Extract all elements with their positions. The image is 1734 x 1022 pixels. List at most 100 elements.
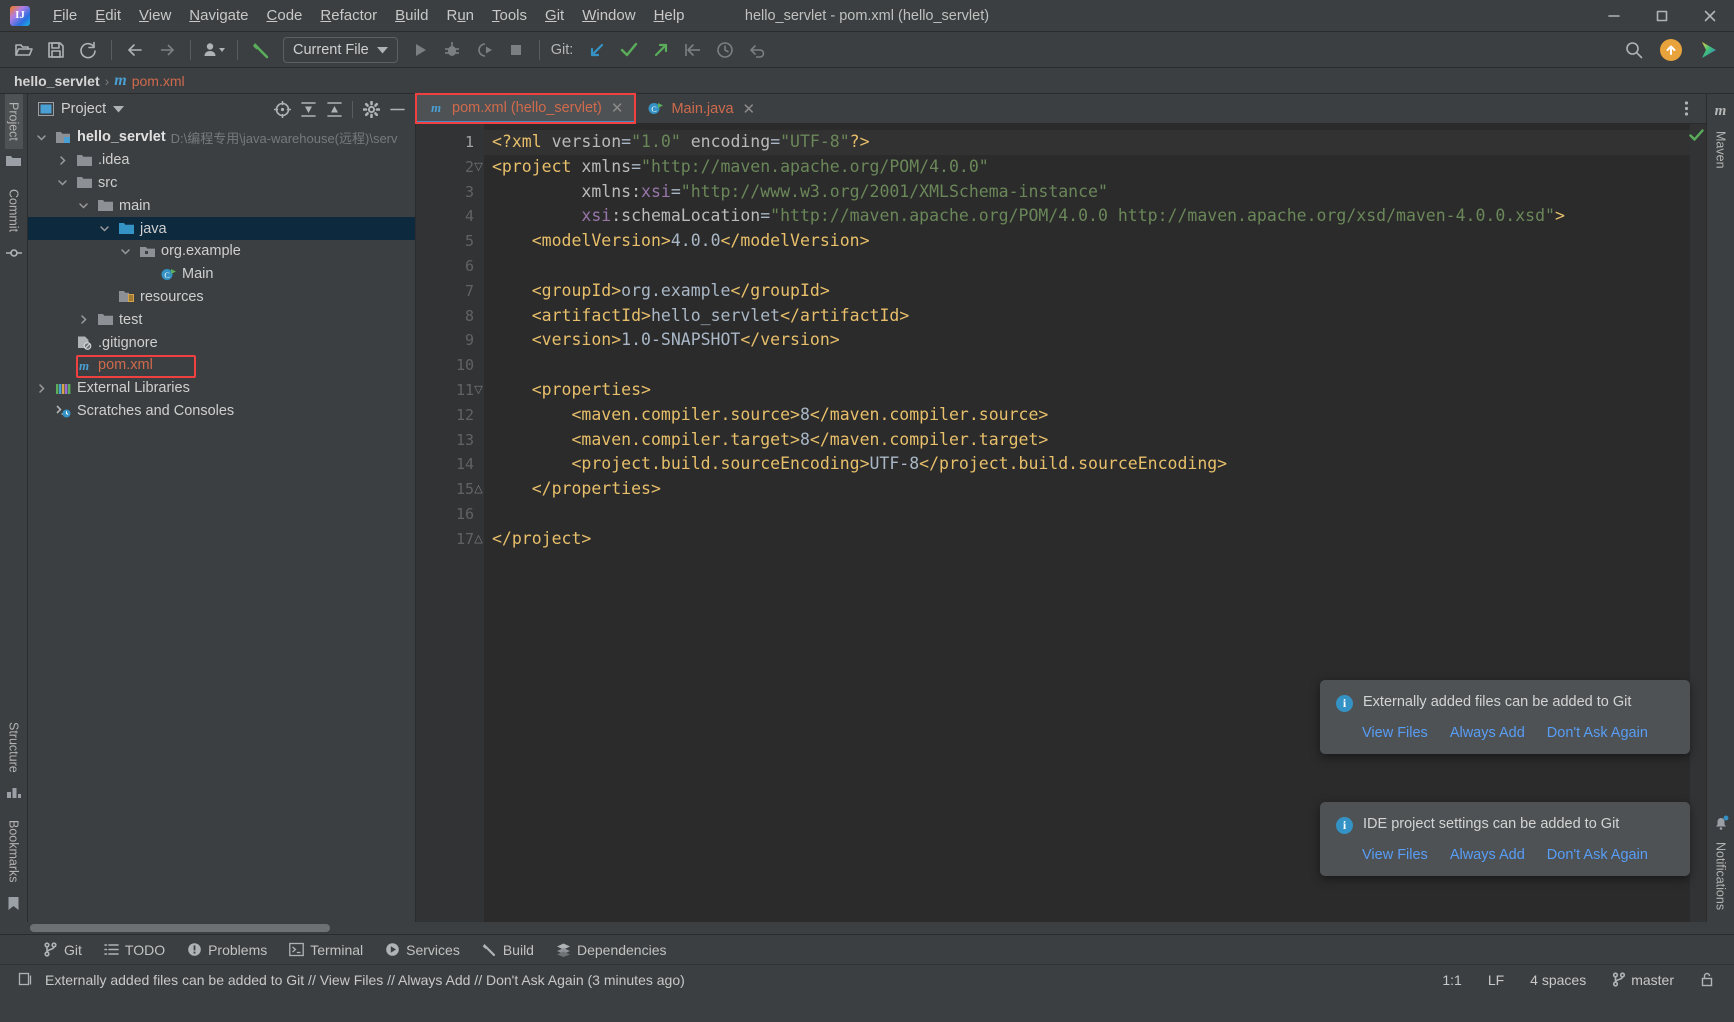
build-hammer-icon[interactable]	[247, 37, 275, 63]
chevron-down-icon[interactable]	[57, 177, 71, 188]
view-files-link[interactable]: View Files	[1362, 725, 1428, 741]
tool-window-build[interactable]: Build	[471, 938, 545, 962]
tree-node-org-example[interactable]: org.example	[28, 240, 415, 263]
forward-arrow-icon[interactable]	[153, 37, 181, 63]
menu-item-view[interactable]: View	[130, 3, 180, 28]
ide-feature-icon[interactable]	[1694, 37, 1722, 63]
tree-node-java[interactable]: java	[28, 217, 415, 240]
code-fold-icon[interactable]: ▽	[473, 160, 484, 173]
always-add-link-2[interactable]: Always Add	[1450, 847, 1525, 863]
code-fold-icon[interactable]: ▽	[473, 383, 484, 396]
menu-item-refactor[interactable]: Refactor	[311, 3, 386, 28]
editor-tab-pom-xml[interactable]: m pom.xml (hello_servlet) ✕	[414, 93, 637, 124]
git-history-icon[interactable]	[711, 37, 739, 63]
code-line[interactable]	[484, 502, 1706, 527]
sidebar-item-structure[interactable]: Structure	[5, 714, 23, 781]
notification-git-files[interactable]: i Externally added files can be added to…	[1320, 680, 1690, 754]
chevron-right-icon[interactable]	[36, 383, 50, 394]
sidebar-item-maven[interactable]: Maven	[1712, 123, 1730, 177]
back-arrow-icon[interactable]	[121, 37, 149, 63]
tool-window-dependencies[interactable]: Dependencies	[545, 938, 678, 962]
tool-window-todo[interactable]: TODO	[93, 938, 176, 962]
maximize-button[interactable]	[1638, 0, 1686, 32]
menu-item-file[interactable]: File	[44, 3, 86, 28]
code-line[interactable]: <groupId>org.example</groupId>	[484, 279, 1706, 304]
tree-node-src[interactable]: src	[28, 172, 415, 195]
run-configuration-selector[interactable]: Current File	[283, 36, 398, 63]
sidebar-item-commit[interactable]: Commit	[5, 181, 23, 240]
code-line[interactable]	[484, 353, 1706, 378]
code-line[interactable]: </properties>	[484, 477, 1706, 502]
git-undo-icon[interactable]	[743, 37, 771, 63]
project-tree[interactable]: hello_servlet D:\编程专用\java-warehouse(远程)\…	[28, 124, 415, 922]
menu-item-edit[interactable]: Edit	[86, 3, 130, 28]
menu-item-build[interactable]: Build	[386, 3, 437, 28]
menu-item-help[interactable]: Help	[645, 3, 694, 28]
chevron-down-icon[interactable]	[120, 246, 134, 257]
debug-icon[interactable]	[438, 37, 466, 63]
chevron-down-icon[interactable]	[36, 132, 50, 143]
tree-node-main[interactable]: main	[28, 194, 415, 217]
close-tab-icon[interactable]: ✕	[611, 99, 624, 117]
tree-node-hello-servlet[interactable]: hello_servlet D:\编程专用\java-warehouse(远程)\…	[28, 126, 415, 149]
event-log-icon[interactable]	[10, 972, 33, 987]
expand-all-icon[interactable]	[296, 97, 320, 121]
run-with-coverage-icon[interactable]	[470, 37, 498, 63]
tree-node-test[interactable]: test	[28, 308, 415, 331]
git-branch-widget[interactable]: master	[1608, 970, 1678, 990]
dont-ask-again-link[interactable]: Don't Ask Again	[1547, 725, 1648, 741]
horizontal-scrollbar-thumb[interactable]	[30, 924, 330, 932]
indent-setting[interactable]: 4 spaces	[1526, 970, 1590, 990]
open-folder-icon[interactable]	[10, 37, 38, 63]
menu-item-navigate[interactable]: Navigate	[180, 3, 257, 28]
inspection-ok-checkmark[interactable]	[1689, 128, 1704, 143]
menu-item-window[interactable]: Window	[573, 3, 644, 28]
tree-node--idea[interactable]: .idea	[28, 149, 415, 172]
tree-node-main[interactable]: C Main	[28, 263, 415, 286]
sidebar-item-project[interactable]: Project	[4, 94, 23, 149]
code-line[interactable]: <properties>	[484, 378, 1706, 403]
refresh-icon[interactable]	[74, 37, 102, 63]
code-line[interactable]: <maven.compiler.source>8</maven.compiler…	[484, 403, 1706, 428]
tool-window-problems[interactable]: Problems	[176, 938, 278, 962]
chevron-down-icon[interactable]	[78, 200, 92, 211]
select-opened-file-icon[interactable]	[270, 97, 294, 121]
line-separator[interactable]: LF	[1484, 970, 1508, 990]
sidebar-item-bookmarks[interactable]: Bookmarks	[5, 812, 23, 891]
git-commit-icon[interactable]	[615, 37, 643, 63]
code-line[interactable]: <?xml version="1.0" encoding="UTF-8"?>	[484, 130, 1706, 155]
tool-window-terminal[interactable]: Terminal	[278, 938, 374, 962]
menu-item-code[interactable]: Code	[258, 3, 312, 28]
editor-gutter[interactable]: 1 2 ▽ 3 4 5 6 7 8 9 10 11 ▽ 12 13 14 15 △ 16 17 △	[416, 124, 484, 922]
code-line[interactable]: xmlns:xsi="http://www.w3.org/2001/XMLSch…	[484, 180, 1706, 205]
menu-item-git[interactable]: Git	[536, 3, 573, 28]
caret-position[interactable]: 1:1	[1438, 970, 1465, 990]
editor-tab-main-java[interactable]: C Main.java ✕	[635, 94, 767, 123]
settings-gear-icon[interactable]	[359, 97, 383, 121]
menu-item-tools[interactable]: Tools	[483, 3, 536, 28]
dont-ask-again-link-2[interactable]: Don't Ask Again	[1547, 847, 1648, 863]
code-line[interactable]: xsi:schemaLocation="http://maven.apache.…	[484, 204, 1706, 229]
code-line[interactable]: </project>	[484, 527, 1706, 552]
run-icon[interactable]	[406, 37, 434, 63]
code-line[interactable]	[484, 254, 1706, 279]
always-add-link[interactable]: Always Add	[1450, 725, 1525, 741]
tree-node-external-libraries[interactable]: External Libraries	[28, 377, 415, 400]
user-dropdown-icon[interactable]	[200, 37, 228, 63]
tree-node-scratches-and-consoles[interactable]: Scratches and Consoles	[28, 400, 415, 423]
code-line[interactable]: <artifactId>hello_servlet</artifactId>	[484, 304, 1706, 329]
stop-icon[interactable]	[502, 37, 530, 63]
breadcrumb-project[interactable]: hello_servlet	[14, 73, 100, 89]
code-line[interactable]: <version>1.0-SNAPSHOT</version>	[484, 328, 1706, 353]
chevron-right-icon[interactable]	[57, 155, 71, 166]
menu-item-run[interactable]: Run	[437, 3, 483, 28]
tree-node-pom-xml[interactable]: m pom.xml	[28, 354, 415, 377]
close-tab-icon[interactable]: ✕	[743, 100, 756, 118]
git-rollback-icon[interactable]	[679, 37, 707, 63]
view-files-link-2[interactable]: View Files	[1362, 847, 1428, 863]
sidebar-item-notifications[interactable]: Notifications	[1712, 834, 1730, 922]
unlocked-icon[interactable]	[1696, 970, 1718, 989]
breadcrumb-file[interactable]: pom.xml	[132, 73, 185, 89]
git-update-project-icon[interactable]	[583, 37, 611, 63]
update-available-icon[interactable]	[1660, 38, 1682, 61]
